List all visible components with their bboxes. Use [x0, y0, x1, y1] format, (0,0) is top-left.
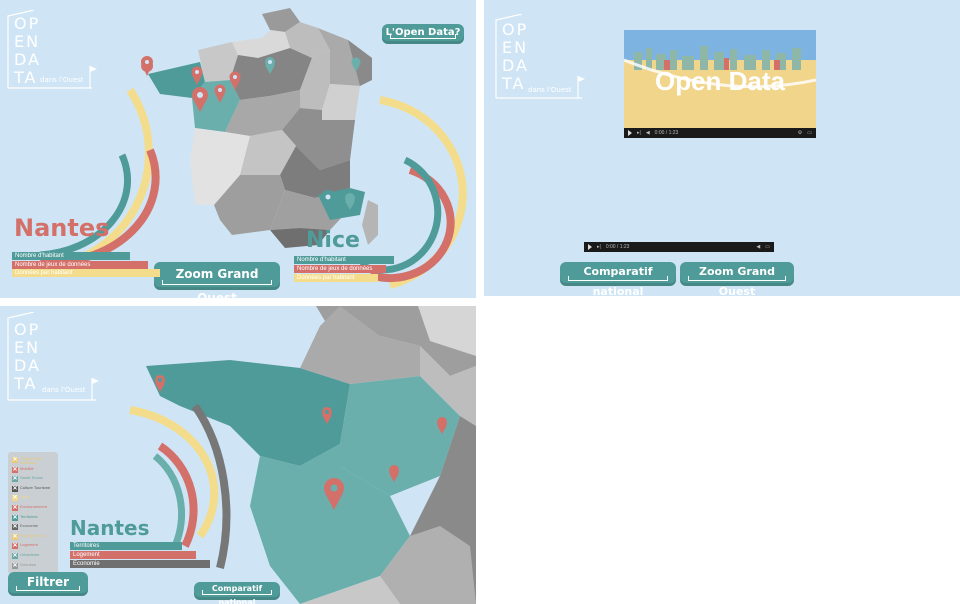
- filter-checkbox-icon[interactable]: ✕: [12, 524, 18, 531]
- fullscreen-icon[interactable]: ▭: [765, 244, 770, 250]
- mini-player-bar[interactable]: ▸| 0:00 / 1:23 ◀ ▭: [584, 242, 774, 252]
- zoom-grand-ouest-button[interactable]: Zoom Grand Ouest: [680, 262, 794, 296]
- comparatif-national-button[interactable]: Comparatif national: [194, 582, 280, 604]
- filter-checkbox-icon[interactable]: ✕: [12, 543, 18, 550]
- legend-economie: Economie: [70, 560, 210, 568]
- zoom-grand-ouest-button[interactable]: Zoom Grand Ouest: [154, 262, 280, 298]
- filter-item[interactable]: ✕ Environnement: [12, 505, 47, 514]
- filter-checkbox-icon[interactable]: ✕: [12, 495, 18, 502]
- legend-logement: Logement: [70, 551, 196, 559]
- regional-zoom-panel: OP EN DA TA dans l'Ouest ✕ Citoyenneté In…: [0, 306, 476, 604]
- filter-button[interactable]: Filtrer: [8, 572, 88, 596]
- filter-checkbox-icon[interactable]: ✕: [12, 514, 18, 521]
- filter-item[interactable]: ✕ Economie: [12, 524, 38, 533]
- logo-letters-3: DA: [502, 56, 529, 75]
- logo-letters-1: OP: [14, 320, 41, 339]
- open-data-info-button[interactable]: L'Open Data?: [382, 24, 464, 44]
- legend-data-per-inhabitant: Données par habitant: [12, 269, 160, 277]
- next-icon[interactable]: ▸|: [637, 130, 641, 136]
- filter-label: Sport: [20, 494, 30, 500]
- video-thumbnail: Open Data: [624, 30, 816, 128]
- legend-inhabitants: Nombre d'habitant: [294, 256, 394, 264]
- filter-item[interactable]: ✕ Données: [12, 561, 37, 572]
- open-data-logo: OP EN DA TA dans l'Ouest: [6, 312, 99, 402]
- filter-item[interactable]: ✕ Culture Tourisme: [12, 484, 51, 495]
- filter-item[interactable]: ✕ Urbanisme: [12, 553, 39, 562]
- settings-icon[interactable]: ⚙: [798, 130, 802, 136]
- france-regions[interactable]: [148, 8, 378, 248]
- filter-checkbox-icon[interactable]: ✕: [12, 533, 18, 540]
- video-time: 0:00 / 1:23: [654, 130, 679, 136]
- logo-letters-3: DA: [14, 356, 41, 375]
- filter-label: Logement: [20, 542, 38, 548]
- filter-checkbox-icon[interactable]: ✕: [12, 457, 18, 463]
- filter-label: Données: [20, 561, 37, 567]
- filter-label: Mobilité: [20, 465, 34, 471]
- filter-item[interactable]: ✕ Santé Social: [12, 476, 42, 485]
- fullscreen-icon[interactable]: ▭: [807, 130, 812, 136]
- legend-datasets: Nombre de jeux de données: [294, 265, 386, 273]
- video-title-text: Open Data: [655, 66, 786, 96]
- volume-icon[interactable]: ◀: [646, 130, 650, 136]
- city-name-nantes: Nantes: [70, 516, 150, 540]
- filter-checkbox-icon[interactable]: ✕: [12, 485, 18, 492]
- city-name-nice: Nice: [306, 228, 360, 253]
- legend-territoires: Territoires: [70, 542, 182, 550]
- logo-tagline: dans l'Ouest: [528, 86, 572, 94]
- video-player[interactable]: Open Data ▸| ◀ 0:00 / 1:23 ⚙ ▭: [624, 30, 816, 138]
- pin-icon[interactable]: [141, 56, 154, 84]
- filter-label: Culture Tourisme: [20, 484, 51, 490]
- filter-checkbox-icon[interactable]: ✕: [12, 553, 18, 559]
- legend-inhabitants: Nombre d'habitant: [12, 252, 130, 260]
- next-icon[interactable]: ▸|: [597, 244, 601, 250]
- arc-teal: [152, 453, 186, 548]
- logo-letters-2: EN: [502, 38, 529, 57]
- legend-datasets: Nombre de jeux de données: [12, 261, 148, 269]
- filter-checkbox-icon[interactable]: ✕: [12, 505, 18, 511]
- filter-item[interactable]: ✕ Citoyenneté Institution: [12, 457, 58, 466]
- logo-letters-2: EN: [14, 338, 41, 357]
- national-view-panel: OP EN DA TA dans l'Ouest L'Open Data? Zo…: [0, 0, 476, 298]
- legend-data-per-inhabitant: Données par habitant: [294, 274, 378, 282]
- filter-label: Territoires: [20, 513, 38, 519]
- logo-letters-4: TA: [502, 74, 526, 93]
- comparatif-national-button[interactable]: Comparatif national: [560, 262, 676, 296]
- city-name-nantes: Nantes: [14, 214, 110, 242]
- logo-tagline: dans l'Ouest: [42, 386, 86, 394]
- filter-label: Environnement: [20, 504, 47, 509]
- filter-checkbox-icon[interactable]: ✕: [12, 466, 18, 473]
- filter-label: Urbanisme: [20, 552, 40, 557]
- filter-label: Citoyenneté Institution: [20, 456, 42, 465]
- play-icon[interactable]: [588, 244, 592, 250]
- logo-letters-4: TA: [14, 374, 38, 393]
- filter-checkbox-icon[interactable]: ✕: [12, 562, 18, 569]
- play-icon[interactable]: [628, 130, 632, 136]
- logo-letters-1: OP: [502, 20, 529, 39]
- video-time: 0:00 / 1:23: [605, 244, 630, 250]
- video-panel: OP EN DA TA dans l'Ouest Open Data ▸| ◀: [484, 0, 960, 296]
- filter-label: Santé Social: [20, 475, 43, 481]
- filter-label: Economie: [20, 523, 38, 529]
- category-filter-panel: ✕ Citoyenneté Institution ✕ Mobilité ✕ Santé …: [8, 452, 58, 574]
- volume-icon[interactable]: ◀: [756, 244, 760, 250]
- filter-checkbox-icon[interactable]: ✕: [12, 476, 18, 483]
- open-data-logo: OP EN DA TA dans l'Ouest: [494, 14, 585, 99]
- filter-label: Enseignement: [20, 532, 46, 538]
- video-controls[interactable]: ▸| ◀ 0:00 / 1:23 ⚙ ▭: [624, 128, 816, 138]
